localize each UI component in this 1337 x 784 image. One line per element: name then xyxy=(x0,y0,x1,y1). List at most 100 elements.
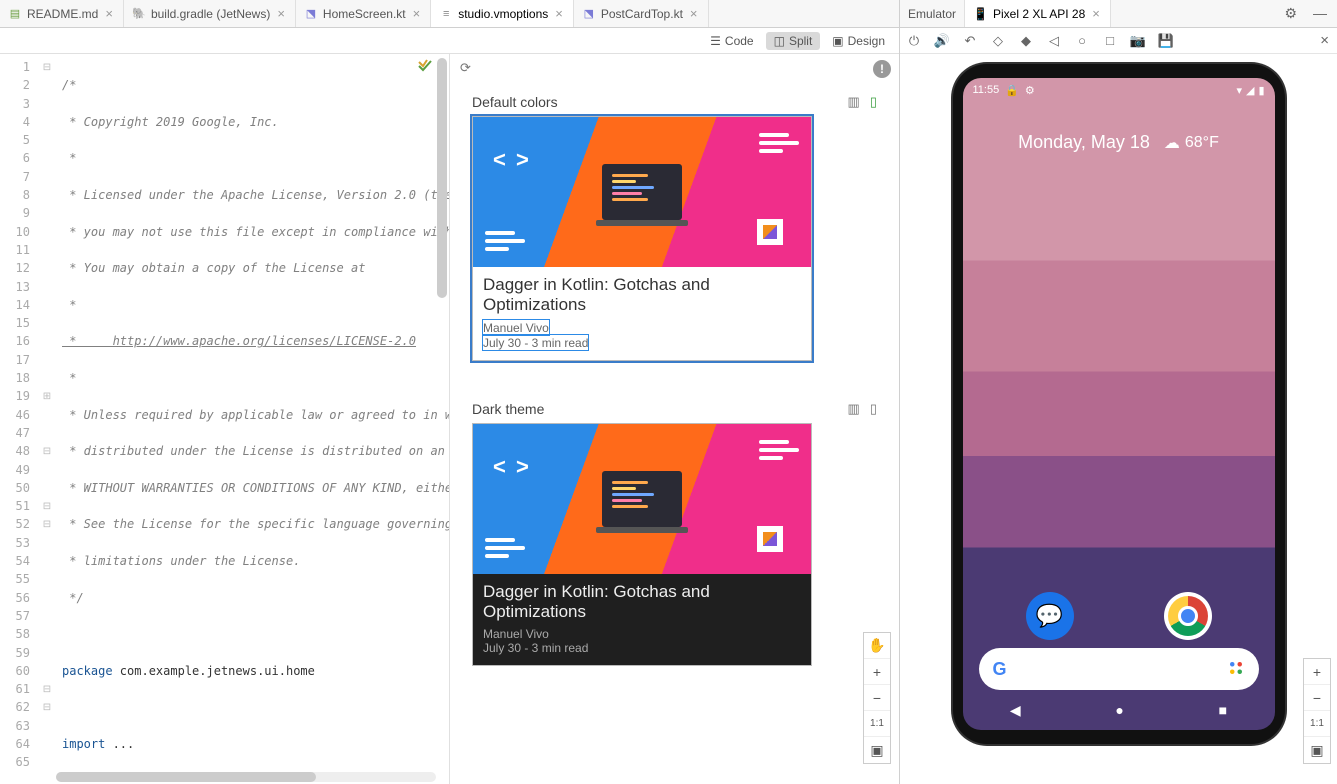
close-icon[interactable]: × xyxy=(1090,6,1102,21)
card-author: Manuel Vivo xyxy=(483,627,801,641)
card-meta: July 30 - 3 min read xyxy=(483,336,588,350)
emulator-tabs: Emulator 📱Pixel 2 XL API 28× ⚙ — xyxy=(900,0,1337,28)
code-body[interactable]: /* * Copyright 2019 Google, Inc. * * Lic… xyxy=(56,54,449,784)
markdown-icon: ▤ xyxy=(8,7,22,21)
rotate-ccw-icon[interactable]: ◇ xyxy=(990,33,1006,49)
minimize-icon[interactable]: — xyxy=(1309,5,1331,22)
card-meta: July 30 - 3 min read xyxy=(483,641,801,655)
card-image: < > xyxy=(473,424,811,574)
split-view-button[interactable]: ◫Split xyxy=(766,32,821,50)
emulator-toolbar: ⏻ 🔊 ↶ ◇ ◆ ◁ ○ □ 📷 💾 × xyxy=(900,28,1337,54)
inspection-ok-icon[interactable] xyxy=(417,58,433,74)
angle-brackets-icon: < > xyxy=(493,454,531,480)
warning-icon[interactable]: ! xyxy=(873,60,891,78)
preview-title: Default colors xyxy=(472,94,558,110)
device-icon[interactable]: ▯ xyxy=(870,94,877,110)
back-button[interactable]: ◀ xyxy=(1010,702,1021,719)
back-nav-icon[interactable]: ◁ xyxy=(1046,33,1062,49)
close-icon[interactable]: × xyxy=(553,6,565,21)
zoom-out-button[interactable]: − xyxy=(864,685,890,711)
device-icon[interactable]: ▯ xyxy=(870,401,877,417)
tab-build-gradle[interactable]: 🐘build.gradle (JetNews)× xyxy=(124,0,296,27)
weather-icon: ☁ xyxy=(1164,133,1180,153)
emulator-tab[interactable]: Emulator xyxy=(900,0,965,27)
wifi-icon: ▾ xyxy=(1236,84,1242,97)
tab-homescreen[interactable]: ⬔HomeScreen.kt× xyxy=(296,0,431,27)
status-bar: 11:55🔒⚙ ▾◢▮ xyxy=(963,78,1275,102)
signal-icon: ◢ xyxy=(1246,84,1254,97)
preview-zoom-controls: ✋ + − 1:1 ▣ xyxy=(863,632,891,764)
volume-icon[interactable]: 🔊 xyxy=(934,33,950,49)
preview-title: Dark theme xyxy=(472,401,544,417)
tab-readme[interactable]: ▤README.md× xyxy=(0,0,124,27)
design-view-button[interactable]: ▣Design xyxy=(824,32,893,50)
zoom-in-button[interactable]: + xyxy=(1304,659,1330,685)
preview-card-default[interactable]: < > Dagger in Kotlin: Gotchas and Optimi… xyxy=(472,116,812,361)
phone-icon: 📱 xyxy=(973,7,988,21)
home-nav-icon[interactable]: ○ xyxy=(1074,33,1090,49)
vertical-scrollbar[interactable] xyxy=(437,58,447,298)
preview-card-dark[interactable]: < > Dagger in Kotlin: Gotchas and Optimi… xyxy=(472,423,812,666)
refresh-icon[interactable]: ⟳ xyxy=(460,60,478,78)
close-icon[interactable]: × xyxy=(103,6,115,21)
chrome-app-icon[interactable] xyxy=(1164,592,1212,640)
zoom-fit-button[interactable]: ▣ xyxy=(864,737,890,763)
screenshot-icon[interactable]: 📷 xyxy=(1130,33,1146,49)
tab-vmoptions[interactable]: ≡studio.vmoptions× xyxy=(431,0,574,27)
pan-button[interactable]: ✋ xyxy=(864,633,890,659)
emulator-zoom-controls: + − 1:1 ▣ xyxy=(1303,658,1331,764)
deploy-icon[interactable]: ▥ xyxy=(848,94,860,110)
design-icon: ▣ xyxy=(832,34,843,48)
close-icon[interactable]: × xyxy=(1320,32,1329,49)
editor-tabs: ▤README.md× 🐘build.gradle (JetNews)× ⬔Ho… xyxy=(0,0,899,28)
power-icon[interactable]: ⏻ xyxy=(906,33,922,49)
mic-icon[interactable] xyxy=(1227,659,1245,680)
tab-postcardtop[interactable]: ⬔PostCardTop.kt× xyxy=(574,0,709,27)
card-title: Dagger in Kotlin: Gotchas and Optimizati… xyxy=(483,275,801,316)
kotlin-logo-icon xyxy=(757,219,783,245)
close-icon[interactable]: × xyxy=(411,6,423,21)
rotate-left-icon[interactable]: ↶ xyxy=(962,33,978,49)
angle-brackets-icon: < > xyxy=(493,147,531,173)
horizontal-scrollbar[interactable] xyxy=(56,772,436,782)
settings-icon[interactable]: ⚙ xyxy=(1280,5,1301,22)
settings-small-icon: ⚙ xyxy=(1025,84,1035,97)
compose-preview: ⟳ ! Default colors ▥ ▯ < > xyxy=(450,54,899,784)
gradle-icon: 🐘 xyxy=(132,7,146,21)
split-icon: ◫ xyxy=(774,34,785,48)
zoom-in-button[interactable]: + xyxy=(864,659,890,685)
zoom-fit-button[interactable]: ▣ xyxy=(1304,737,1330,763)
overview-nav-icon[interactable]: □ xyxy=(1102,33,1118,49)
close-icon[interactable]: × xyxy=(688,6,700,21)
close-icon[interactable]: × xyxy=(275,6,287,21)
code-lines-icon: ☰ xyxy=(710,34,721,48)
save-icon[interactable]: 💾 xyxy=(1158,33,1174,49)
device-frame: 11:55🔒⚙ ▾◢▮ Monday, May 18 ☁68°F 💬 G xyxy=(953,64,1285,744)
options-icon: ≡ xyxy=(439,7,453,21)
card-title: Dagger in Kotlin: Gotchas and Optimizati… xyxy=(483,582,801,623)
kotlin-file-icon: ⬔ xyxy=(304,7,318,21)
rotate-cw-icon[interactable]: ◆ xyxy=(1018,33,1034,49)
code-editor[interactable]: 1234567891011121314151617181946474849505… xyxy=(0,54,450,784)
app-dock: 💬 xyxy=(963,592,1275,640)
home-datetime: Monday, May 18 ☁68°F xyxy=(963,132,1275,153)
device-tab[interactable]: 📱Pixel 2 XL API 28× xyxy=(965,0,1111,27)
zoom-out-button[interactable]: − xyxy=(1304,685,1330,711)
card-image: < > xyxy=(473,117,811,267)
deploy-icon[interactable]: ▥ xyxy=(848,401,860,417)
zoom-actual-button[interactable]: 1:1 xyxy=(1304,711,1330,737)
card-author: Manuel Vivo xyxy=(483,321,549,335)
recent-button[interactable]: ■ xyxy=(1219,702,1227,718)
messages-app-icon[interactable]: 💬 xyxy=(1026,592,1074,640)
emulator-stage: 11:55🔒⚙ ▾◢▮ Monday, May 18 ☁68°F 💬 G xyxy=(900,54,1337,784)
fold-column[interactable]: ⊟⊞⊟⊟⊟⊟⊟ xyxy=(38,54,56,784)
kotlin-file-icon: ⬔ xyxy=(582,7,596,21)
home-button[interactable]: ● xyxy=(1115,702,1123,718)
view-mode-bar: ☰Code ◫Split ▣Design xyxy=(0,28,899,54)
zoom-actual-button[interactable]: 1:1 xyxy=(864,711,890,737)
code-view-button[interactable]: ☰Code xyxy=(702,32,761,50)
device-screen[interactable]: 11:55🔒⚙ ▾◢▮ Monday, May 18 ☁68°F 💬 G xyxy=(963,78,1275,730)
search-bar[interactable]: G xyxy=(979,648,1259,690)
status-time: 11:55 xyxy=(973,84,1000,96)
line-gutter: 1234567891011121314151617181946474849505… xyxy=(0,54,38,784)
